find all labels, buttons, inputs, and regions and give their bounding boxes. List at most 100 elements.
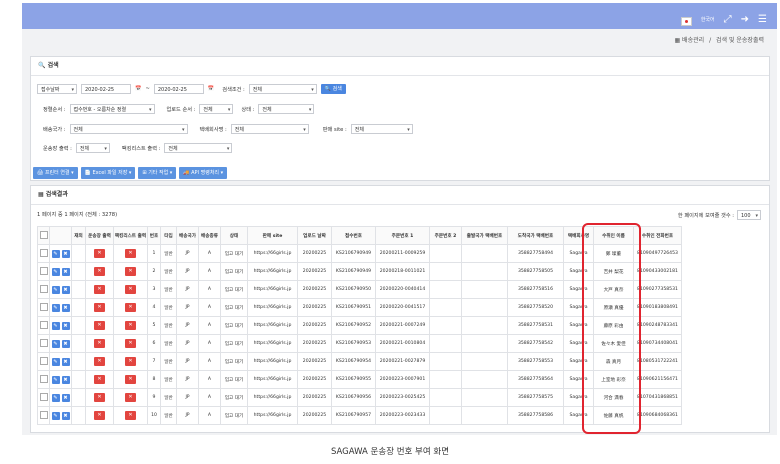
edit-icon[interactable]: ✎	[51, 267, 60, 276]
packing-select[interactable]: 전체	[164, 143, 233, 153]
upload-label: 업로드 순서 :	[166, 106, 196, 113]
cell-status: 입고 대기	[220, 316, 248, 335]
cell-status: 입고 대기	[220, 280, 248, 299]
flag-icon[interactable]	[680, 10, 692, 29]
app-window: 한국어 ⤢ ➜ ☰ ▦ 배송관리 / 검색 및 운송장출력 🔍 검색 접수날짜 …	[22, 3, 777, 435]
edit-icon[interactable]: ✎	[51, 249, 60, 258]
breadcrumb-home[interactable]: 배송관리	[682, 37, 704, 44]
waybill-status-icon[interactable]: ✕	[94, 411, 105, 420]
edit-icon[interactable]: ✎	[51, 303, 60, 312]
row-checkbox[interactable]	[39, 248, 48, 257]
packing-status-icon[interactable]: ✕	[125, 411, 136, 420]
action-button-4[interactable]: 🚚 API 명령처리 ▾	[179, 167, 228, 179]
cell-no: 4	[147, 298, 161, 317]
carrier-select[interactable]: 전체	[230, 124, 309, 134]
close-icon[interactable]: ✖	[61, 285, 70, 294]
waybill-status-icon[interactable]: ✕	[94, 303, 105, 312]
per-page-select[interactable]: 100	[737, 210, 761, 220]
edit-icon[interactable]: ✎	[51, 357, 60, 366]
calendar-icon[interactable]: 📅	[208, 86, 214, 92]
result-panel: ▦ 검색결과 1 페이지 중 1 페이지 (전체 : 3278) 한 페이지에 …	[30, 185, 770, 433]
action-button-3[interactable]: ⊞ 기타 작업 ▾	[138, 167, 177, 179]
row-checkbox[interactable]	[39, 302, 48, 311]
waybill-status-icon[interactable]: ✕	[94, 357, 105, 366]
cell-order1: 20200221-0010804	[375, 334, 430, 353]
breadcrumb: ▦ 배송관리 / 검색 및 운송장출력	[674, 37, 764, 44]
waybill-label: 운송장 출력 :	[43, 145, 72, 152]
result-title: 검색결과	[45, 191, 68, 198]
waybill-status-icon[interactable]: ✕	[94, 393, 105, 402]
close-icon[interactable]: ✖	[61, 249, 70, 258]
packing-status-icon[interactable]: ✕	[125, 249, 136, 258]
select-all-checkbox[interactable]	[39, 230, 48, 239]
date-from-input[interactable]: 2020-02-25	[81, 84, 131, 94]
packing-status-icon[interactable]: ✕	[125, 321, 136, 330]
row-checkbox[interactable]	[39, 356, 48, 365]
row-checkbox[interactable]	[39, 266, 48, 275]
waybill-status-icon[interactable]: ✕	[94, 249, 105, 258]
packing-status-icon[interactable]: ✕	[125, 393, 136, 402]
packing-status-icon[interactable]: ✕	[125, 285, 136, 294]
waybill-status-icon[interactable]: ✕	[94, 375, 105, 384]
edit-icon[interactable]: ✎	[51, 393, 60, 402]
cell-empty	[461, 262, 508, 281]
date-to-input[interactable]: 2020-02-25	[153, 84, 204, 94]
close-icon[interactable]: ✖	[61, 357, 70, 366]
waybill-status-icon[interactable]: ✕	[94, 321, 105, 330]
row-checkbox[interactable]	[39, 320, 48, 329]
sort-select[interactable]: 접수번호 - 오름차순 정렬	[69, 104, 155, 114]
close-icon[interactable]: ✖	[61, 267, 70, 276]
cell-empty	[429, 262, 462, 281]
edit-icon[interactable]: ✎	[51, 285, 60, 294]
cell-order1: 20200220-0040414	[375, 280, 430, 299]
packing-status-icon[interactable]: ✕	[125, 267, 136, 276]
waybill-status-icon[interactable]: ✕	[94, 267, 105, 276]
date-type-select[interactable]: 접수날짜	[37, 84, 77, 94]
action-button-1[interactable]: 🖨 프린터 연결 ▾	[33, 167, 78, 179]
row-checkbox[interactable]	[39, 374, 48, 383]
language-selector[interactable]: 한국어	[701, 14, 715, 26]
packing-status-icon[interactable]: ✕	[125, 303, 136, 312]
caret-down-icon: ▾	[219, 170, 224, 176]
packing-status-icon[interactable]: ✕	[125, 339, 136, 348]
column-header: 번호	[147, 226, 161, 245]
close-icon[interactable]: ✖	[61, 339, 70, 348]
edit-icon[interactable]: ✎	[51, 321, 60, 330]
waybill-status-icon[interactable]: ✕	[94, 339, 105, 348]
calendar-icon[interactable]: 📅	[135, 86, 141, 92]
edit-icon[interactable]: ✎	[51, 411, 60, 420]
row-checkbox[interactable]	[39, 338, 48, 347]
column-header: 주문번호 2	[429, 226, 462, 245]
menu-icon[interactable]: ☰	[758, 14, 767, 26]
search-button[interactable]: 🔍 검색	[320, 84, 346, 94]
packing-status-icon[interactable]: ✕	[125, 357, 136, 366]
action-button-2[interactable]: 📄 Excel 파일 저장 ▾	[80, 167, 136, 179]
row-checkbox[interactable]	[39, 284, 48, 293]
page-count-text: 1 페이지 중 1 페이지 (전체 : 3278)	[37, 212, 118, 218]
search-icon: 🔍	[38, 62, 46, 69]
status-select[interactable]: 전체	[258, 104, 315, 114]
packing-status-icon[interactable]: ✕	[125, 375, 136, 384]
expand-icon[interactable]: ⤢	[724, 14, 732, 26]
search-panel: 🔍 검색 접수날짜 2020-02-25 📅 ~ 2020-02-25 📅 검색…	[30, 56, 770, 181]
edit-icon[interactable]: ✎	[51, 375, 60, 384]
close-icon[interactable]: ✖	[61, 375, 70, 384]
condition-select[interactable]: 전체	[248, 84, 317, 94]
close-icon[interactable]: ✖	[61, 411, 70, 420]
waybill-select[interactable]: 전체	[75, 143, 110, 153]
close-icon[interactable]: ✖	[61, 303, 70, 312]
site-select[interactable]: 전체	[350, 124, 413, 134]
printer-icon: 🖨	[37, 170, 45, 176]
row-checkbox[interactable]	[39, 410, 48, 419]
dest-select[interactable]: 전체	[69, 124, 188, 134]
close-icon[interactable]: ✖	[61, 393, 70, 402]
waybill-status-icon[interactable]: ✕	[94, 285, 105, 294]
packing-label: 팩킹리스트 출력 :	[121, 145, 161, 152]
cell-no: 1	[147, 244, 161, 263]
upload-select[interactable]: 전체	[199, 104, 234, 114]
row-checkbox[interactable]	[39, 392, 48, 401]
close-icon[interactable]: ✖	[61, 321, 70, 330]
cell-type: 일반	[160, 244, 177, 263]
edit-icon[interactable]: ✎	[51, 339, 60, 348]
logout-icon[interactable]: ➜	[741, 14, 749, 26]
